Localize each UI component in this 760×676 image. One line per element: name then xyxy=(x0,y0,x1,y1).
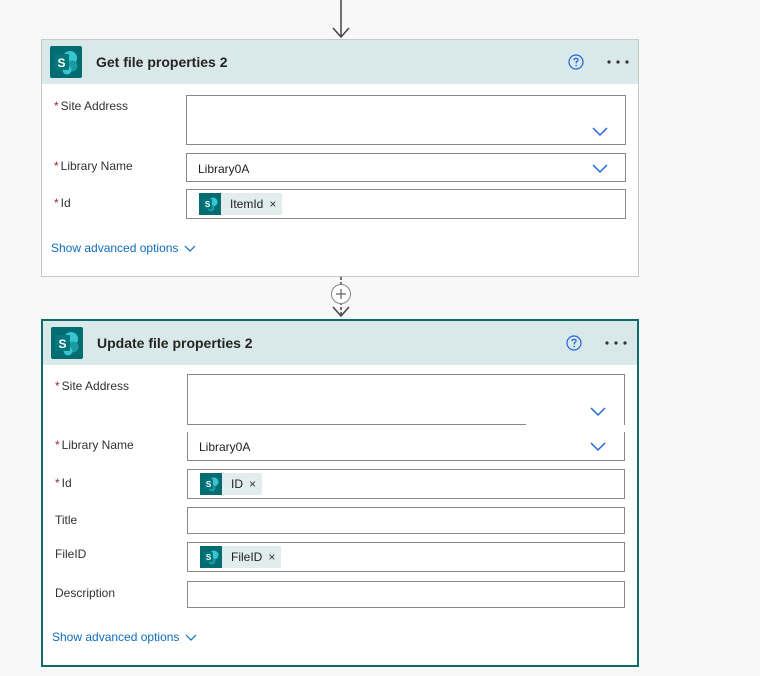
sharepoint-icon: S xyxy=(200,473,222,495)
site-address-input[interactable] xyxy=(187,374,625,425)
sharepoint-icon: S xyxy=(200,546,222,568)
dynamic-content-token[interactable]: S FileID × xyxy=(200,546,282,568)
description-input[interactable] xyxy=(187,581,625,608)
close-icon[interactable]: × xyxy=(268,550,275,564)
chevron-down-icon xyxy=(185,245,196,252)
more-icon[interactable] xyxy=(603,335,629,351)
help-icon[interactable] xyxy=(568,54,584,70)
add-step-icon[interactable] xyxy=(331,284,351,304)
close-icon[interactable]: × xyxy=(269,197,276,211)
field-description: Description xyxy=(43,581,639,609)
field-label: * Id xyxy=(54,196,71,210)
sharepoint-icon: S xyxy=(51,327,83,359)
action-card-update-file-properties[interactable]: S Update file properties 2 * Site Address… xyxy=(41,319,639,667)
field-id: * Id S ID × xyxy=(43,469,639,501)
svg-text:S: S xyxy=(206,480,212,489)
site-address-input[interactable] xyxy=(186,95,626,145)
id-input[interactable]: S ItemId × xyxy=(186,189,626,219)
field-label: Title xyxy=(55,513,78,527)
dynamic-content-token[interactable]: S ItemId × xyxy=(199,193,283,215)
token-label: ItemId xyxy=(230,197,264,211)
field-site-address: * Site Address xyxy=(42,95,640,150)
field-site-address: * Site Address xyxy=(43,374,639,426)
chevron-down-icon xyxy=(186,634,197,641)
close-icon[interactable]: × xyxy=(249,477,256,491)
field-label: * Library Name xyxy=(55,438,134,452)
card-header[interactable]: S Update file properties 2 xyxy=(43,321,637,365)
dynamic-content-token[interactable]: S ID × xyxy=(200,473,263,495)
field-label: * Library Name xyxy=(54,159,133,173)
help-icon[interactable] xyxy=(566,335,582,351)
chevron-down-icon[interactable] xyxy=(592,164,608,174)
field-title: Title xyxy=(43,507,639,535)
field-label: FileID xyxy=(55,547,87,561)
library-name-value: Library0A xyxy=(199,440,251,454)
sharepoint-icon: S xyxy=(50,46,82,78)
field-label: * Site Address xyxy=(54,99,129,113)
library-name-select[interactable]: Library0A xyxy=(187,432,625,461)
arrow-down-icon xyxy=(332,0,350,39)
chevron-down-icon[interactable] xyxy=(592,127,608,137)
library-name-select[interactable]: Library0A xyxy=(186,153,626,182)
field-fileid: FileID S FileID × xyxy=(43,542,639,574)
field-library-name: * Library Name Library0A xyxy=(42,153,640,183)
chevron-down-icon[interactable] xyxy=(590,407,606,417)
library-name-value: Library0A xyxy=(198,162,250,176)
svg-text:S: S xyxy=(205,200,211,209)
logo-letter: S xyxy=(58,337,66,351)
field-id: * Id S ItemId × xyxy=(42,189,640,221)
show-advanced-options-link[interactable]: Show advanced options xyxy=(51,241,196,255)
field-library-name: * Library Name Library0A xyxy=(43,432,639,462)
svg-text:S: S xyxy=(206,553,212,562)
token-label: FileID xyxy=(231,550,263,564)
field-label: * Site Address xyxy=(55,379,130,393)
token-label: ID xyxy=(231,477,243,491)
title-input[interactable] xyxy=(187,507,625,534)
more-icon[interactable] xyxy=(605,54,631,70)
sharepoint-icon: S xyxy=(199,193,221,215)
chevron-down-icon[interactable] xyxy=(590,442,606,452)
fileid-input[interactable]: S FileID × xyxy=(187,542,625,572)
id-input[interactable]: S ID × xyxy=(187,469,625,499)
field-label: * Id xyxy=(55,476,72,490)
card-title: Update file properties 2 xyxy=(97,335,253,351)
card-title: Get file properties 2 xyxy=(96,54,228,70)
field-label: Description xyxy=(55,586,116,600)
card-header[interactable]: S Get file properties 2 xyxy=(42,40,638,84)
show-advanced-options-link[interactable]: Show advanced options xyxy=(52,630,197,644)
action-card-get-file-properties[interactable]: S Get file properties 2 * Site Address * L… xyxy=(41,39,639,277)
logo-letter: S xyxy=(57,56,65,70)
